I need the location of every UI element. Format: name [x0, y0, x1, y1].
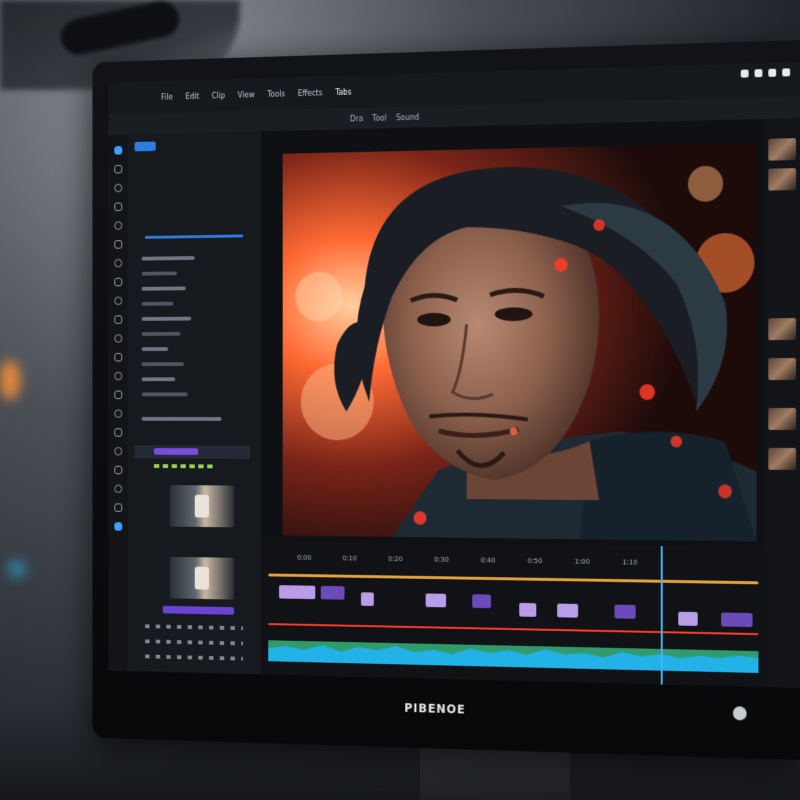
tool-slip-icon[interactable] — [113, 409, 122, 418]
timeline-tick: 1:00 — [574, 557, 590, 566]
monitor-brand: PIBENOE — [404, 701, 466, 717]
panel-row[interactable] — [141, 416, 222, 421]
video-clip[interactable] — [472, 594, 491, 609]
menu-item-view[interactable]: View — [238, 90, 255, 99]
menu-item-effects[interactable]: Effects — [298, 88, 323, 97]
power-icon[interactable] — [782, 68, 791, 77]
orange-track-line — [268, 573, 759, 585]
timeline-tick: 0:10 — [342, 554, 357, 563]
clip-thumbnail[interactable] — [768, 138, 797, 161]
clip-thumbnail[interactable] — [768, 447, 797, 470]
panel-row[interactable] — [141, 316, 192, 321]
clip-thumbnail[interactable] — [768, 407, 797, 430]
tool-select-icon[interactable] — [113, 146, 122, 155]
toolbar-item[interactable]: Tool — [372, 113, 386, 122]
right-panel — [764, 118, 800, 688]
menu-item-selected[interactable]: Tabs — [335, 87, 351, 96]
video-clip[interactable] — [320, 585, 345, 600]
panel-dots — [145, 639, 244, 646]
tool-pen-icon[interactable] — [113, 221, 122, 230]
tool-slide-icon[interactable] — [113, 428, 122, 437]
eye-icon[interactable] — [754, 69, 763, 78]
tool-text-icon[interactable] — [113, 240, 122, 249]
tool-marker-icon[interactable] — [113, 315, 122, 324]
video-clip[interactable] — [678, 611, 698, 626]
playhead[interactable] — [660, 546, 663, 685]
menu-item-tools[interactable]: Tools — [267, 89, 285, 98]
tool-mask-icon[interactable] — [113, 503, 122, 512]
timeline-tick: 0:30 — [434, 555, 449, 564]
timeline-tick: 1:10 — [622, 558, 638, 567]
panel-row[interactable] — [141, 362, 185, 367]
timeline-tick: 0:50 — [527, 557, 543, 566]
panel-row[interactable] — [141, 286, 186, 291]
video-clip[interactable] — [519, 602, 537, 617]
video-clip[interactable] — [721, 612, 753, 628]
portrait-image — [282, 142, 757, 542]
timeline-ruler[interactable]: 0:00 0:10 0:20 0:30 0:40 0:50 1:00 1:10 — [270, 551, 760, 572]
audio-waveform[interactable] — [268, 640, 759, 674]
tool-rate-icon[interactable] — [113, 446, 122, 456]
monitor: File Edit Clip View Tools Effects Tabs D… — [92, 40, 800, 760]
tool-crop-icon[interactable] — [113, 258, 122, 268]
tool-strip — [108, 134, 128, 672]
tool-track-icon[interactable] — [113, 465, 122, 475]
video-clip[interactable] — [614, 604, 636, 619]
panel-dots — [145, 624, 244, 631]
panel-accent-line — [145, 234, 244, 239]
background-bokeh-light — [8, 560, 26, 578]
panel-row[interactable] — [141, 392, 188, 397]
media-thumbnail[interactable] — [169, 485, 235, 528]
power-icon[interactable] — [732, 706, 747, 721]
timeline-tick: 0:20 — [388, 555, 403, 564]
timeline-tick: 0:40 — [480, 556, 496, 565]
editor-screen: File Edit Clip View Tools Effects Tabs D… — [108, 62, 800, 688]
menu-item-clip[interactable]: Clip — [212, 91, 226, 100]
panel-row[interactable] — [141, 301, 174, 306]
video-clip[interactable] — [557, 603, 579, 618]
clip-thumbnail[interactable] — [768, 168, 797, 191]
tool-link-icon[interactable] — [113, 334, 122, 343]
status-icons — [740, 68, 791, 78]
panel-clip-tag — [162, 605, 235, 615]
background-bokeh-light — [0, 360, 20, 400]
tool-blade-icon[interactable] — [113, 164, 122, 174]
panel-dots — [145, 654, 244, 661]
timeline: 0:00 0:10 0:20 0:30 0:40 0:50 1:00 1:10 — [260, 541, 765, 688]
panel-level-dots — [153, 464, 217, 469]
panel-row[interactable] — [141, 256, 195, 261]
panel-clip-tag — [153, 448, 199, 455]
media-thumbnail[interactable] — [169, 556, 235, 600]
panel-row[interactable] — [141, 347, 169, 352]
video-clip[interactable] — [279, 585, 316, 600]
tool-audio-icon[interactable] — [113, 296, 122, 306]
tool-snap-icon[interactable] — [113, 352, 122, 362]
panel-row[interactable] — [141, 331, 181, 336]
tool-fx-icon[interactable] — [113, 484, 122, 494]
tool-zoom-icon[interactable] — [113, 183, 122, 193]
toolbar-item[interactable]: Dra — [350, 114, 363, 123]
tool-hand-icon[interactable] — [113, 202, 122, 212]
panel-row[interactable] — [141, 377, 176, 382]
menu-item-file[interactable]: File — [161, 92, 173, 101]
lock-icon[interactable] — [768, 68, 777, 77]
timeline-tick: 0:00 — [297, 553, 312, 562]
tool-active-icon[interactable] — [113, 522, 122, 531]
clip-thumbnail[interactable] — [768, 358, 797, 381]
panel-tab-active[interactable] — [134, 141, 156, 152]
panel-row[interactable] — [141, 271, 177, 276]
tool-ripple-icon[interactable] — [113, 371, 122, 381]
video-clip[interactable] — [425, 593, 447, 608]
preview-viewer[interactable] — [282, 142, 757, 542]
tool-color-icon[interactable] — [113, 277, 122, 287]
clip-thumbnail[interactable] — [768, 318, 797, 341]
menu-icon[interactable] — [740, 69, 749, 78]
menu-item-edit[interactable]: Edit — [185, 92, 199, 101]
video-clip[interactable] — [361, 592, 374, 607]
toolbar-item[interactable]: Sound — [396, 112, 419, 121]
project-panel — [127, 131, 261, 675]
tool-roll-icon[interactable] — [113, 390, 122, 400]
